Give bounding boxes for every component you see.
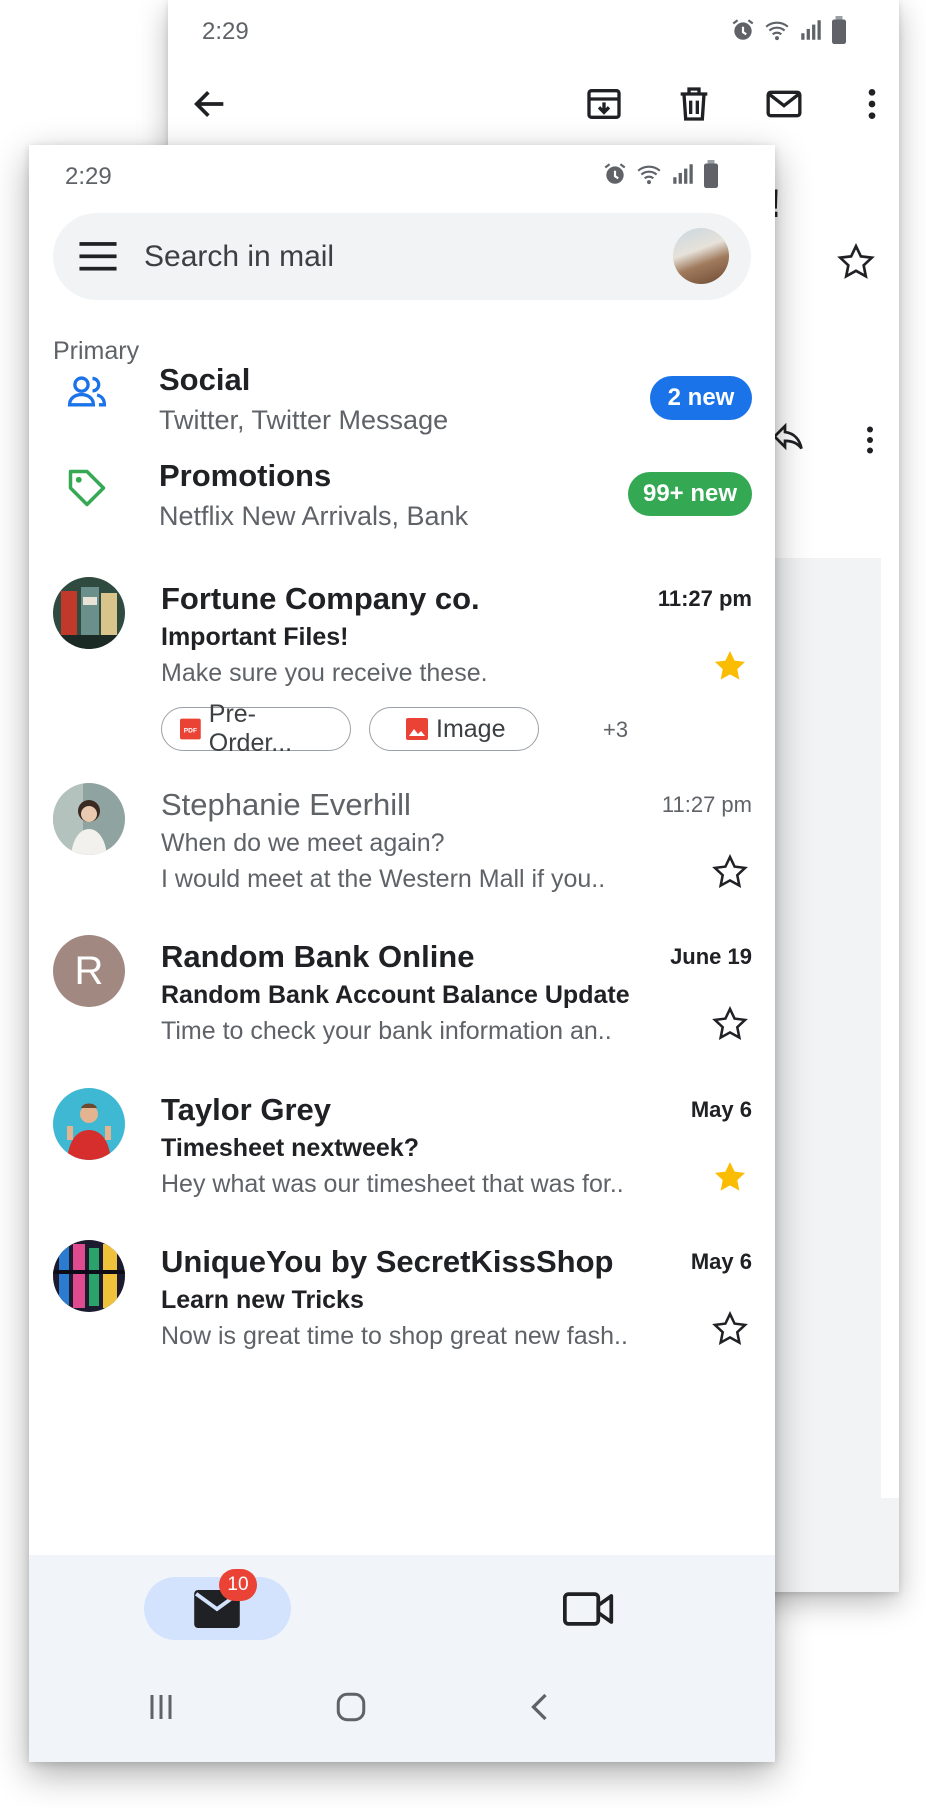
more-vert-icon[interactable] xyxy=(852,422,888,458)
email-snippet: Hey what was our timesheet that was for.… xyxy=(161,1170,624,1198)
star-outline-icon[interactable] xyxy=(711,1310,749,1348)
email-time: May 6 xyxy=(690,1097,752,1122)
sender-name: Random Bank Online xyxy=(161,939,475,974)
new-count-badge: 99+ new xyxy=(628,472,752,516)
sender-name: UniqueYou by SecretKissShop xyxy=(161,1244,614,1279)
sender-name: Fortune Company co. xyxy=(161,581,480,616)
email-snippet: Make sure you receive these. xyxy=(161,659,488,687)
recent-apps-icon[interactable] xyxy=(143,1689,179,1725)
category-title: Social xyxy=(159,362,251,397)
more-vert-icon[interactable] xyxy=(852,84,892,124)
category-social[interactable]: Social Twitter, Twitter Message 2 new xyxy=(29,362,775,452)
mark-unread-icon[interactable] xyxy=(764,84,804,124)
sender-avatar xyxy=(53,1240,125,1312)
signal-icon xyxy=(673,164,693,184)
email-row[interactable]: UniqueYou by SecretKissShop May 6 Learn … xyxy=(29,1240,775,1370)
email-subject: Important Files! xyxy=(161,623,349,651)
email-snippet: Now is great time to shop great new fash… xyxy=(161,1322,628,1350)
signal-icon xyxy=(801,20,821,40)
email-snippet: I would meet at the Western Mall if you.… xyxy=(161,865,606,893)
attachment-chip[interactable]: PDF Pre-Order... xyxy=(161,700,351,757)
email-subject: Timesheet nextweek? xyxy=(161,1134,419,1162)
status-icons xyxy=(730,16,847,44)
category-promotions[interactable]: Promotions Netflix New Arrivals, Bank 99… xyxy=(29,458,775,548)
sender-avatar: R xyxy=(53,935,125,1007)
email-time: June 19 xyxy=(670,944,752,969)
battery-icon xyxy=(704,160,718,188)
email-body-placeholder xyxy=(773,558,881,1498)
category-subtitle: Twitter, Twitter Message xyxy=(159,405,449,435)
attachment-label: Pre-Order... xyxy=(208,700,293,757)
attachment-chip[interactable]: Image xyxy=(369,707,539,751)
account-avatar[interactable] xyxy=(673,228,729,284)
sender-avatar xyxy=(53,1088,125,1160)
wifi-icon xyxy=(637,165,661,185)
email-row[interactable]: Fortune Company co. 11:27 pm Important F… xyxy=(29,577,775,767)
sender-avatar xyxy=(53,577,125,649)
star-outline-icon[interactable] xyxy=(836,242,876,282)
sender-name: Taylor Grey xyxy=(161,1092,332,1127)
email-row[interactable]: R Random Bank Online June 19 Random Bank… xyxy=(29,935,775,1065)
status-icons xyxy=(602,160,719,188)
sender-avatar xyxy=(53,783,125,855)
star-outline-icon[interactable] xyxy=(711,1005,749,1043)
wifi-icon xyxy=(765,21,789,41)
reply-icon[interactable] xyxy=(770,420,806,456)
back-arrow-icon[interactable] xyxy=(190,84,230,124)
new-count-badge: 2 new xyxy=(650,376,752,420)
email-time: 11:27 pm xyxy=(661,792,752,817)
home-icon[interactable] xyxy=(333,1689,369,1725)
category-title: Promotions xyxy=(159,458,332,493)
email-row[interactable]: Stephanie Everhill 11:27 pm When do we m… xyxy=(29,783,775,913)
search-input[interactable]: Search in mail xyxy=(144,240,334,274)
alarm-icon xyxy=(732,19,754,40)
email-subject: Learn new Tricks xyxy=(161,1286,364,1314)
back-icon[interactable] xyxy=(523,1689,559,1725)
email-snippet: Time to check your bank information an.. xyxy=(161,1017,612,1045)
attachment-label: Image xyxy=(436,714,506,743)
video-icon[interactable] xyxy=(563,1589,615,1629)
category-subtitle: Netflix New Arrivals, Bank xyxy=(159,501,469,531)
email-subject: Random Bank Account Balance Update xyxy=(161,981,630,1009)
battery-icon xyxy=(832,16,846,44)
star-outline-icon[interactable] xyxy=(711,853,749,891)
more-attachments[interactable]: +3 xyxy=(603,717,628,743)
bottom-navigation: 10 xyxy=(29,1555,775,1762)
delete-icon[interactable] xyxy=(674,84,714,124)
status-time: 2:29 xyxy=(202,18,249,45)
star-filled-icon[interactable] xyxy=(711,647,749,685)
nav-mail-button[interactable] xyxy=(144,1577,291,1640)
sender-name: Stephanie Everhill xyxy=(161,787,411,822)
menu-icon[interactable] xyxy=(79,239,117,273)
email-subject: When do we meet again? xyxy=(161,829,445,857)
unread-count-badge: 10 xyxy=(219,1569,257,1601)
star-filled-icon[interactable] xyxy=(711,1158,749,1196)
bottom-bar-placeholder xyxy=(773,1498,899,1592)
svg-text:PDF: PDF xyxy=(184,727,197,734)
search-bar[interactable]: Search in mail xyxy=(53,213,751,300)
email-time: May 6 xyxy=(690,1249,752,1274)
status-time: 2:29 xyxy=(65,163,112,190)
inbox-screen: 2:29 Search in mail Primary Social Twitt… xyxy=(29,145,775,1762)
archive-icon[interactable] xyxy=(584,84,624,124)
image-icon xyxy=(406,718,428,740)
alarm-icon xyxy=(604,163,626,184)
people-icon xyxy=(67,376,107,407)
email-row[interactable]: Taylor Grey May 6 Timesheet nextweek? He… xyxy=(29,1088,775,1218)
pdf-icon: PDF xyxy=(180,718,201,740)
tag-icon xyxy=(68,469,106,507)
email-time: 11:27 pm xyxy=(657,586,752,611)
